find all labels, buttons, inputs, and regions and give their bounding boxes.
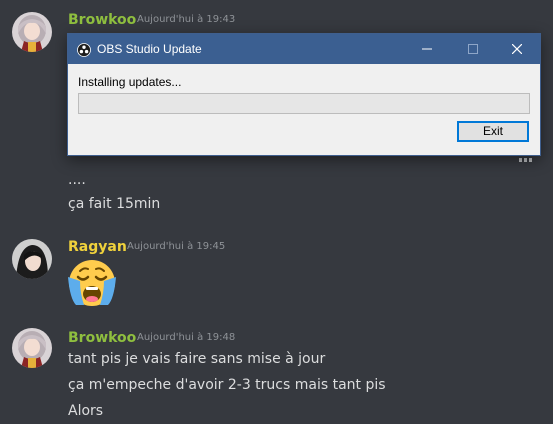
message-text: ça fait 15min [68,196,161,212]
message-timestamp: Aujourd'hui à 19:48 [137,332,236,343]
close-icon [512,44,522,54]
maximize-icon [468,44,478,54]
author-name[interactable]: Browkoo [68,11,136,29]
loudly-crying-face-icon [66,259,118,307]
update-status-text: Installing updates... [78,75,182,89]
message-timestamp: Aujourd'hui à 19:43 [137,14,236,25]
maximize-button[interactable] [450,34,496,64]
chat-view: Browkoo Aujourd'hui à 19:43 .... ça fait… [0,0,553,424]
minimize-icon [422,48,432,50]
exit-button[interactable]: Exit [457,121,529,142]
avatar-ragyan[interactable] [12,239,52,279]
message-text: .... [68,172,86,188]
close-button[interactable] [494,34,540,64]
dialog-title: OBS Studio Update [97,42,202,56]
dialog-titlebar[interactable]: OBS Studio Update [68,34,540,64]
obs-update-dialog: OBS Studio Update Installing updates... [67,33,541,156]
avatar-browkoo[interactable] [12,328,52,368]
message-timestamp: Aujourd'hui à 19:45 [127,241,226,252]
message-text: Alors [68,403,104,419]
avatar-browkoo[interactable] [12,12,52,52]
minimize-button[interactable] [404,34,450,64]
message-text: tant pis je vais faire sans mise à jour [68,351,326,367]
obs-icon [77,42,91,57]
message-text: ça m'empeche d'avoir 2-3 trucs mais tant… [68,377,386,393]
update-progress-bar [78,93,530,114]
author-name[interactable]: Ragyan [68,238,127,256]
author-name[interactable]: Browkoo [68,329,136,347]
